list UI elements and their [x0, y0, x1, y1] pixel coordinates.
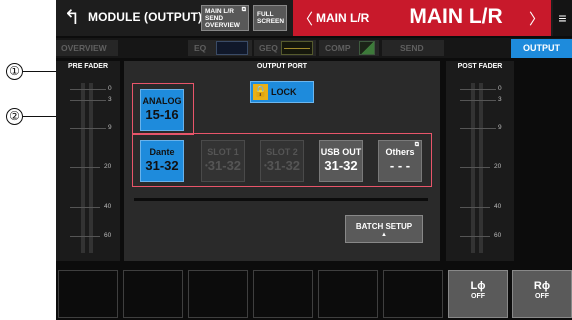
- comp-curve-icon: [359, 41, 375, 55]
- tick-line: [70, 128, 106, 129]
- usb-out-label: USB OUT: [320, 147, 362, 157]
- previous-channel-icon[interactable]: 〈: [298, 8, 313, 29]
- pre-fader-title: PRE FADER: [67, 63, 109, 70]
- tick-label: 60: [494, 232, 502, 239]
- tick-label: 40: [104, 203, 112, 210]
- post-fader-meter: POST FADER 0 3 9 20 40 60: [446, 61, 514, 261]
- channel-selector: 〈 MAIN L/R MAIN L/R 〉: [293, 0, 551, 36]
- callout-2: ②: [6, 108, 23, 125]
- tab-eq[interactable]: EQ: [194, 38, 206, 58]
- module-title: MODULE (OUTPUT): [88, 10, 203, 24]
- tick-line: [460, 167, 490, 168]
- tick-label: 9: [498, 124, 502, 131]
- analog-port-button[interactable]: ANALOG 15-16: [140, 89, 184, 131]
- tick-label: 9: [108, 124, 112, 131]
- tick-line: [70, 89, 106, 90]
- lock-button[interactable]: 🔒 LOCK: [250, 81, 314, 103]
- expand-up-icon: ▲: [381, 232, 387, 238]
- tab-send[interactable]: SEND: [400, 38, 424, 58]
- slot1-value: 31-32: [207, 158, 242, 173]
- tick-line: [70, 167, 100, 168]
- slot2-value: 31-32: [266, 158, 301, 173]
- tick-line: [70, 100, 106, 101]
- bottom-slot-3[interactable]: [188, 270, 248, 318]
- tab-overview[interactable]: OVERVIEW: [61, 38, 107, 58]
- tick-line: [70, 207, 100, 208]
- full-screen-label: FULL SCREEN: [257, 11, 285, 25]
- dante-label: Dante: [149, 147, 175, 157]
- output-port-title: OUTPUT PORT: [256, 63, 308, 70]
- tick-label: 20: [494, 163, 502, 170]
- slot1-label: SLOT 1: [207, 147, 239, 157]
- bottom-slot-4[interactable]: [253, 270, 313, 318]
- bottom-slot-5[interactable]: [318, 270, 378, 318]
- geq-curve-icon: [281, 41, 313, 55]
- menu-icon[interactable]: ≡: [553, 0, 572, 36]
- tab-bar: OVERVIEW EQ GEQ COMP SEND OUTPUT: [56, 38, 572, 58]
- tab-output[interactable]: OUTPUT: [511, 39, 572, 58]
- tick-line: [460, 236, 490, 237]
- next-channel-icon[interactable]: 〉: [529, 8, 544, 29]
- dante-value: 31-32: [145, 158, 179, 173]
- slot2-port-button[interactable]: SLOT 2 •31-32: [260, 140, 304, 182]
- l-phase-label: Lϕ: [470, 280, 486, 292]
- meter-bar-left: [81, 83, 85, 253]
- send-overview-button[interactable]: MAIN L/R SEND OVERVIEW ⧉: [201, 5, 249, 31]
- bottom-slot-2[interactable]: [123, 270, 183, 318]
- lock-icon: 🔒: [253, 84, 268, 100]
- usb-out-value: 31-32: [324, 158, 358, 173]
- tick-label: 60: [104, 232, 112, 239]
- tick-label: 3: [498, 96, 502, 103]
- bottom-slot-1[interactable]: [58, 270, 118, 318]
- output-port-panel: OUTPUT PORT 🔒 LOCK ANALOG 15-16 Dante 31…: [124, 61, 440, 261]
- slot1-port-button[interactable]: SLOT 1 •31-32: [201, 140, 245, 182]
- tick-line: [70, 236, 100, 237]
- callout-1: ①: [6, 63, 23, 80]
- full-screen-button[interactable]: FULL SCREEN: [253, 5, 287, 31]
- analog-value: 15-16: [145, 107, 179, 122]
- send-overview-label: MAIN L/R SEND OVERVIEW: [205, 8, 240, 29]
- back-arrow-icon[interactable]: ↰: [60, 5, 84, 31]
- r-phase-label: Rϕ: [533, 280, 551, 292]
- l-phase-button[interactable]: Lϕ OFF: [448, 270, 508, 318]
- tick-label: 40: [494, 203, 502, 210]
- slot2-label: SLOT 2: [266, 147, 298, 157]
- tick-line: [460, 89, 496, 90]
- tick-label: 20: [104, 163, 112, 170]
- tab-geq[interactable]: GEQ: [259, 38, 278, 58]
- channel-name-small: MAIN L/R: [316, 11, 370, 25]
- tick-label: 0: [108, 85, 112, 92]
- pre-fader-meter: PRE FADER 0 3 9 20 40 60: [56, 61, 120, 261]
- batch-setup-label: BATCH SETUP: [355, 222, 413, 231]
- tick-line: [460, 207, 490, 208]
- meter-bar-left: [471, 83, 475, 253]
- usb-out-port-button[interactable]: USB OUT 31-32: [319, 140, 363, 182]
- meter-bar-right: [89, 83, 93, 253]
- r-phase-button[interactable]: Rϕ OFF: [512, 270, 572, 318]
- eq-curve-icon: [216, 41, 248, 55]
- analog-label: ANALOG: [142, 96, 182, 106]
- dante-port-button[interactable]: Dante 31-32: [140, 140, 184, 182]
- others-value: - - -: [389, 158, 411, 173]
- external-window-icon: ⧉: [241, 7, 246, 13]
- tick-label: 3: [108, 96, 112, 103]
- device-screen: ↰ MODULE (OUTPUT) MAIN L/R SEND OVERVIEW…: [56, 0, 572, 320]
- tick-line: [460, 100, 496, 101]
- external-window-icon: ⧉: [414, 142, 419, 148]
- others-port-button[interactable]: ⧉ Others - - -: [378, 140, 422, 182]
- top-bar: ↰ MODULE (OUTPUT) MAIN L/R SEND OVERVIEW…: [56, 0, 572, 36]
- divider: [134, 198, 428, 201]
- r-phase-state: OFF: [535, 293, 549, 300]
- tick-label: 0: [498, 85, 502, 92]
- batch-setup-button[interactable]: BATCH SETUP ▲: [345, 215, 423, 243]
- lock-label: LOCK: [271, 87, 297, 97]
- l-phase-state: OFF: [471, 293, 485, 300]
- post-fader-title: POST FADER: [457, 63, 503, 70]
- meter-bar-right: [479, 83, 483, 253]
- channel-name: MAIN L/R: [409, 5, 503, 28]
- tab-comp[interactable]: COMP: [325, 38, 351, 58]
- bottom-slot-6[interactable]: [383, 270, 443, 318]
- tick-line: [460, 128, 496, 129]
